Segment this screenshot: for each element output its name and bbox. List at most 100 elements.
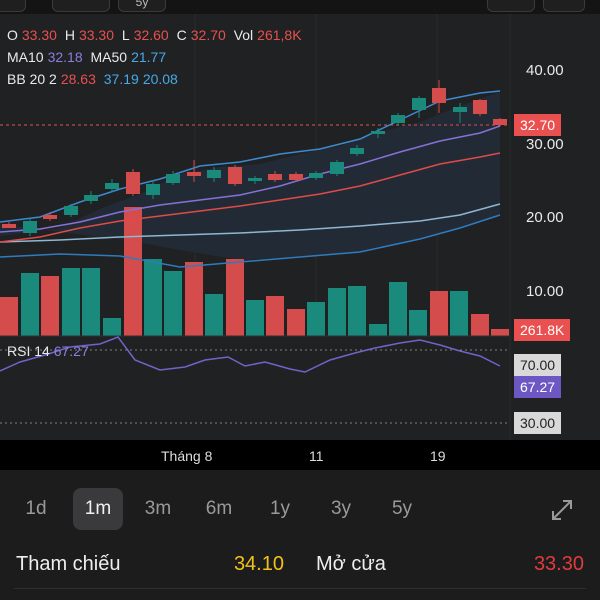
rsi-upper-label: 70.00 (514, 354, 562, 376)
bb-readout: BB 20 2 28.63 37.19 20.08 (7, 71, 182, 87)
volume-bar (144, 259, 162, 336)
candle (166, 174, 180, 183)
low-label: L (121, 27, 130, 43)
volume-bar (21, 273, 39, 336)
volume-bar (266, 296, 284, 336)
volume-bar (0, 297, 18, 336)
volume-bar (103, 318, 121, 336)
high-value: 33.30 (78, 27, 114, 43)
volume-bar (369, 324, 387, 336)
ohlc-readout: O 33.30 H 33.30 L 32.60 C 32.70 Vol 261,8K (7, 27, 306, 43)
open-value: 33.30 (21, 27, 57, 43)
open-price-value: 33.30 (533, 553, 584, 575)
candle (473, 100, 487, 114)
reference-label: Tham chiếu (16, 553, 121, 575)
volume-bar (409, 310, 427, 336)
candle (2, 224, 16, 228)
rsi-readout: RSI 14 67.27 (7, 343, 89, 359)
bb-label: BB 20 2 (7, 71, 57, 87)
candle (453, 107, 467, 112)
volume-bar (471, 314, 489, 336)
x-tick: 19 (430, 448, 446, 464)
top-toolbar: 5y (0, 0, 600, 14)
range-1d[interactable]: 1d (14, 488, 58, 530)
open-price-label: Mở cửa (316, 553, 386, 575)
range-1m[interactable]: 1m (73, 488, 123, 530)
vol-label: Vol (233, 27, 254, 43)
open-label: O (7, 27, 18, 43)
top-button[interactable] (543, 0, 585, 12)
candle (350, 148, 364, 154)
range-3y[interactable]: 3y (318, 488, 364, 530)
candle (493, 119, 507, 125)
volume-bar (41, 276, 59, 336)
candle (64, 206, 78, 215)
candle (187, 172, 201, 176)
rsi-lower-label: 30.00 (514, 412, 562, 434)
price-tick: 40.00 (526, 62, 564, 79)
top-button[interactable] (487, 0, 535, 12)
top-button[interactable] (0, 0, 26, 12)
volume-bar (430, 291, 448, 336)
rsi-label: RSI 14 (7, 343, 50, 359)
current-volume-label: 261.8K (514, 319, 571, 341)
volume-bar (450, 291, 468, 336)
divider (14, 588, 586, 589)
candle (432, 88, 446, 103)
volume-bar (62, 268, 80, 336)
x-tick: 11 (309, 448, 324, 464)
candle (371, 131, 385, 134)
bollinger-band-fill (0, 92, 500, 260)
volume-bar (82, 268, 100, 336)
candle (391, 115, 405, 123)
bb-lower-value: 20.08 (142, 71, 178, 87)
volume-bar (491, 329, 509, 336)
volume-bar (205, 294, 223, 336)
close-value: 32.70 (190, 27, 226, 43)
volume-bar (307, 302, 325, 336)
expand-icon[interactable] (546, 494, 578, 526)
close-label: C (176, 27, 187, 43)
candle (105, 183, 119, 189)
range-5y[interactable]: 5y (379, 488, 425, 530)
volume-bar (246, 300, 264, 336)
range-1y[interactable]: 1y (258, 488, 302, 530)
volume-bar (226, 259, 244, 336)
reference-value: 34.10 (233, 553, 284, 575)
price-tick: 10.00 (526, 283, 564, 300)
x-tick: Tháng 8 (161, 448, 213, 464)
candle (43, 215, 57, 219)
candle (289, 174, 303, 180)
rsi-current-label: 67.27 (514, 376, 562, 398)
volume-bar (328, 288, 346, 336)
volume-bar (185, 262, 203, 336)
price-tick: 20.00 (526, 209, 564, 226)
range-6m[interactable]: 6m (196, 488, 242, 530)
ma-readout: MA10 32.18 MA50 21.77 (7, 49, 170, 65)
candle (228, 167, 242, 184)
low-value: 32.60 (133, 27, 169, 43)
volume-bar (164, 271, 182, 336)
candle (412, 98, 426, 110)
candle (23, 221, 37, 233)
candle (207, 170, 221, 178)
price-tick: 30.00 (526, 136, 564, 153)
volume-bar (124, 207, 142, 336)
top-button[interactable]: 5y (118, 0, 166, 12)
current-price-label: 32.70 (514, 114, 562, 136)
ma50-label: MA50 (90, 49, 128, 65)
high-label: H (64, 27, 75, 43)
candle (268, 174, 282, 180)
candle (330, 162, 344, 174)
candle (146, 184, 160, 195)
volume-bar (348, 286, 366, 336)
volume-bar (389, 282, 407, 336)
top-button[interactable] (52, 0, 110, 12)
candle (126, 172, 140, 194)
volume-bar (287, 309, 305, 336)
ma10-value: 32.18 (47, 49, 83, 65)
range-3m[interactable]: 3m (135, 488, 181, 530)
rsi-value: 67.27 (53, 343, 89, 359)
candle (84, 195, 98, 201)
candle (309, 173, 323, 178)
